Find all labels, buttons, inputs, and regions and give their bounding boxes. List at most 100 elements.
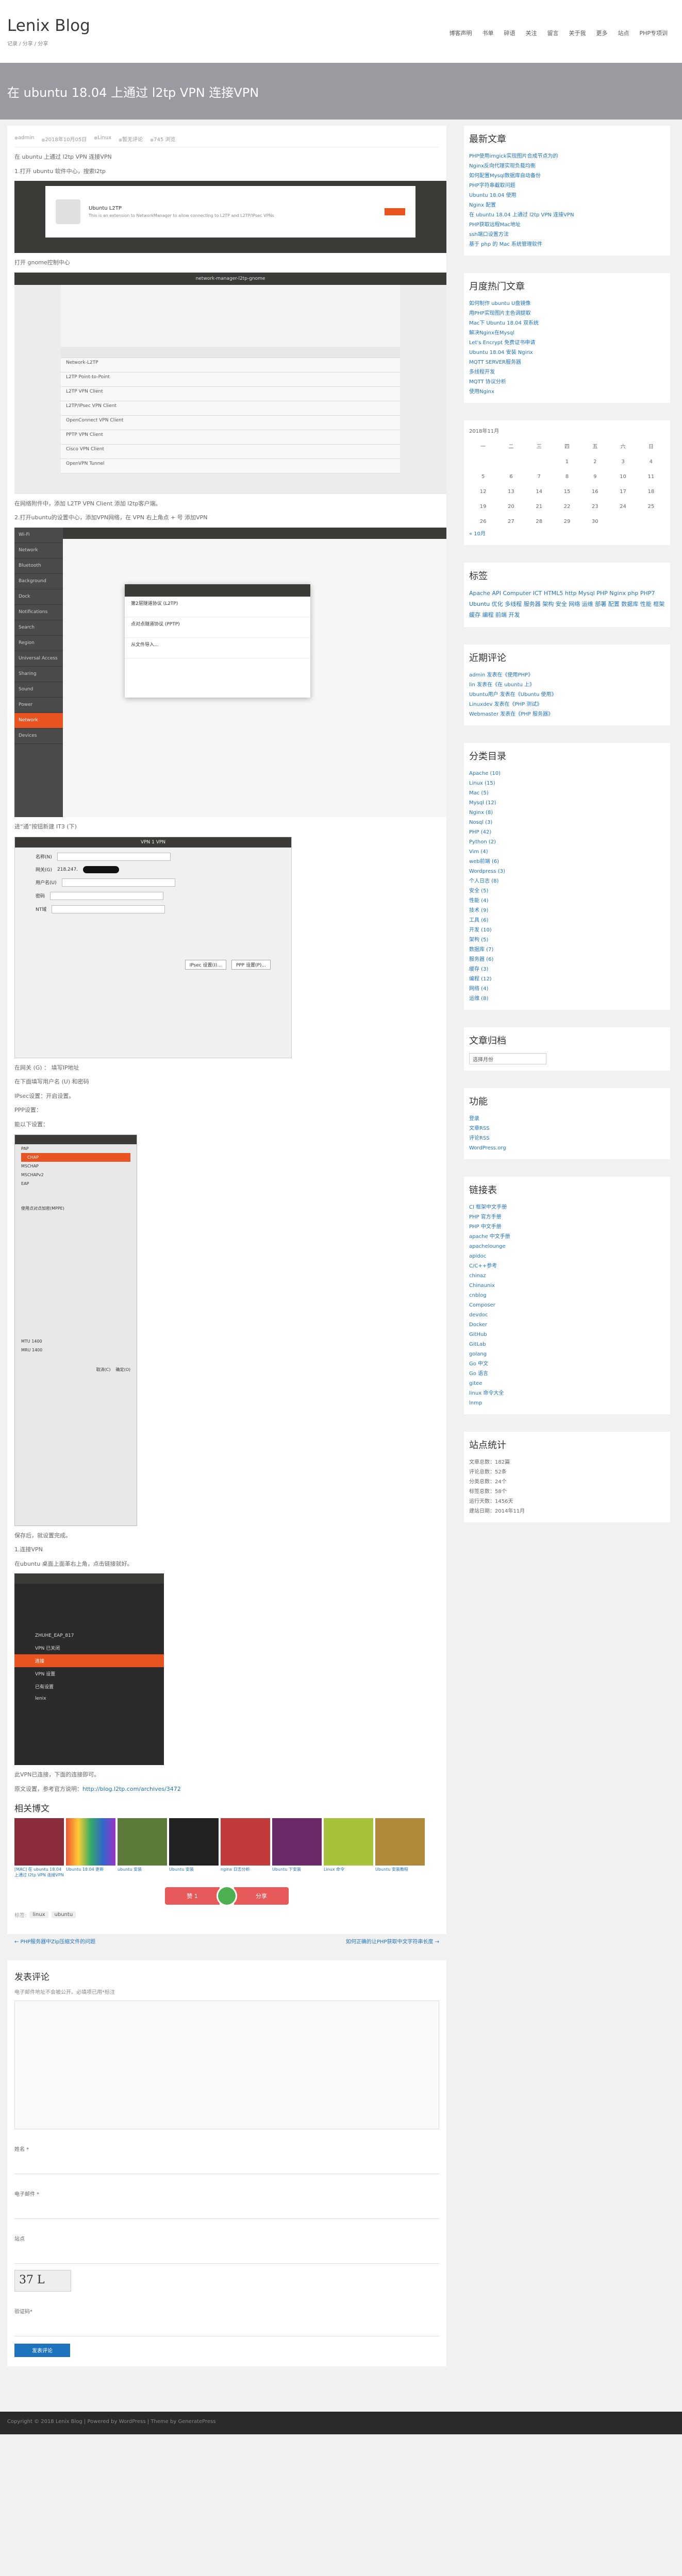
category-link[interactable]: Mysql (12) [469, 798, 665, 808]
recent-link[interactable]: 在 ubuntu 18.04 上通过 l2tp VPN 连接VPN [469, 210, 665, 220]
blogroll-link[interactable]: golang [469, 1349, 665, 1359]
category-link[interactable]: Python (2) [469, 837, 665, 847]
nav-item[interactable]: 留言 [542, 29, 563, 37]
email-input[interactable] [14, 2200, 439, 2219]
hot-link[interactable]: MQTT 协议分析 [469, 377, 665, 387]
blogroll-link[interactable]: PHP 中文手册 [469, 1222, 665, 1232]
category-link[interactable]: PHP (42) [469, 827, 665, 837]
recent-comment[interactable]: admin 发表在《使用PHP》 [469, 670, 665, 680]
next-post-link[interactable]: 如何正确的让PHP获取中文字符串长度 → [346, 1937, 439, 1945]
category-link[interactable]: 缓存 (3) [469, 964, 665, 974]
blogroll-link[interactable]: Composer [469, 1300, 665, 1310]
blogroll-link[interactable]: CI 框架中文手册 [469, 1202, 665, 1212]
category-link[interactable]: 数据库 (7) [469, 945, 665, 955]
site-input[interactable] [14, 2245, 439, 2264]
category-link[interactable]: 安全 (5) [469, 886, 665, 896]
hot-link[interactable]: 使用Nginx [469, 387, 665, 397]
share-button[interactable]: 分享 [234, 1887, 289, 1905]
blogroll-link[interactable]: Go 中文 [469, 1359, 665, 1369]
category-link[interactable]: Nginx (8) [469, 808, 665, 818]
blogroll-link[interactable]: GitHub [469, 1330, 665, 1340]
related-item[interactable]: Ubuntu 安装 [169, 1818, 219, 1878]
category-link[interactable]: 开发 (10) [469, 925, 665, 935]
category-link[interactable]: 架构 (5) [469, 935, 665, 945]
category-link[interactable]: Mac (5) [469, 788, 665, 798]
blogroll-link[interactable]: cnblog [469, 1291, 665, 1300]
hot-link[interactable]: 多线程开发 [469, 367, 665, 377]
tag-link[interactable]: linux [29, 1911, 48, 1918]
nav-item[interactable]: 站点 [612, 29, 634, 37]
category-link[interactable]: Nosql (3) [469, 818, 665, 827]
captcha-input[interactable] [14, 2318, 439, 2336]
tag-link[interactable]: ubuntu [51, 1911, 76, 1918]
meta-link[interactable]: WordPress.org [469, 1143, 665, 1153]
nav-item[interactable]: 关注 [520, 29, 542, 37]
meta-category[interactable]: Linux [94, 135, 111, 143]
meta-link[interactable]: 评论RSS [469, 1133, 665, 1143]
meta-link[interactable]: 文章RSS [469, 1124, 665, 1133]
hot-link[interactable]: Ubuntu 18.04 安装 Nginx [469, 348, 665, 358]
recent-link[interactable]: PHP字符串截取问题 [469, 181, 665, 191]
category-link[interactable]: web前端 (6) [469, 857, 665, 867]
meta-author[interactable]: admin [14, 135, 34, 143]
captcha-image[interactable]: 37 L [14, 2269, 71, 2292]
blogroll-link[interactable]: chinaz [469, 1271, 665, 1281]
category-link[interactable]: 编程 (12) [469, 974, 665, 984]
hot-link[interactable]: Let's Encrypt 免费证书申请 [469, 338, 665, 348]
hot-link[interactable]: MQTT SERVER服务器 [469, 358, 665, 367]
blogroll-link[interactable]: Docker [469, 1320, 665, 1330]
nav-item[interactable]: PHP专项训 [634, 29, 673, 37]
site-title[interactable]: Lenix Blog [7, 16, 90, 35]
tag-cloud[interactable]: Apache API Computer ICT HTML5 http Mysql… [469, 588, 665, 621]
recent-comment[interactable]: lin 发表在《在 ubuntu 上》 [469, 680, 665, 690]
category-link[interactable]: Linux (15) [469, 778, 665, 788]
blogroll-link[interactable]: apidoc [469, 1251, 665, 1261]
hot-link[interactable]: 解决Nginx在Mysql [469, 328, 665, 338]
recent-link[interactable]: Ubuntu 18.04 使用 [469, 191, 665, 200]
recent-link[interactable]: PHP获取远程Mac地址 [469, 220, 665, 230]
comment-textarea[interactable] [14, 2000, 439, 2129]
recent-link[interactable]: Nginx 配置 [469, 200, 665, 210]
recent-link[interactable]: PHP使用imgick实现图片合成节点为的 [469, 151, 665, 161]
blogroll-link[interactable]: gitee [469, 1379, 665, 1388]
blogroll-link[interactable]: linux 命令大全 [469, 1388, 665, 1398]
blogroll-link[interactable]: GitLab [469, 1340, 665, 1349]
recent-link[interactable]: Nginx反向代理实现负载均衡 [469, 161, 665, 171]
category-link[interactable]: 技术 (9) [469, 906, 665, 916]
related-item[interactable]: Ubuntu 18.04 更新 [66, 1818, 115, 1878]
wechat-icon[interactable] [217, 1885, 237, 1906]
recent-comment[interactable]: Linuxdev 发表在《PHP 测试》 [469, 700, 665, 709]
recent-link[interactable]: ssh端口设置方法 [469, 230, 665, 240]
meta-comments[interactable]: 暂无评论 [119, 135, 143, 143]
hot-link[interactable]: 用PHP实现图片主色调提取 [469, 309, 665, 318]
submit-button[interactable]: 发表评论 [14, 2343, 70, 2357]
related-item[interactable]: Ubuntu 安装教程 [375, 1818, 425, 1878]
archive-select[interactable]: 选择月份 [469, 1053, 546, 1064]
related-item[interactable]: Ubuntu 下安装 [272, 1818, 322, 1878]
like-button[interactable]: 赞 1 [165, 1887, 220, 1905]
recent-comment[interactable]: Ubuntu用户 发表在《Ubuntu 使用》 [469, 690, 665, 700]
category-link[interactable]: Vim (4) [469, 847, 665, 857]
blogroll-link[interactable]: devdoc [469, 1310, 665, 1320]
nav-item[interactable]: 更多 [591, 29, 612, 37]
nav-item[interactable]: 博客声明 [444, 29, 477, 37]
name-input[interactable] [14, 2156, 439, 2174]
nav-item[interactable]: 书单 [477, 29, 498, 37]
related-item[interactable]: nginx 日志分析 [221, 1818, 270, 1878]
hot-link[interactable]: Mac下 Ubuntu 18.04 双系统 [469, 318, 665, 328]
source-link[interactable]: http://blog.l2tp.com/archives/3472 [82, 1786, 181, 1792]
blogroll-link[interactable]: PHP 官方手册 [469, 1212, 665, 1222]
category-link[interactable]: 个人日志 (8) [469, 876, 665, 886]
related-item[interactable]: [MAC] 在 ubuntu 18.04 上通过 l2tp VPN 连接VPN [14, 1818, 64, 1878]
category-link[interactable]: Apache (10) [469, 769, 665, 778]
category-link[interactable]: 工具 (6) [469, 916, 665, 925]
blogroll-link[interactable]: apache 中文手册 [469, 1232, 665, 1242]
blogroll-link[interactable]: C/C++参考 [469, 1261, 665, 1271]
blogroll-link[interactable]: apachelounge [469, 1242, 665, 1251]
recent-link[interactable]: 基于 php 的 Mac 系统管理软件 [469, 240, 665, 249]
nav-item[interactable]: 关于我 [563, 29, 591, 37]
category-link[interactable]: 网络 (4) [469, 984, 665, 994]
related-item[interactable]: Linux 命令 [324, 1818, 373, 1878]
meta-link[interactable]: 登录 [469, 1114, 665, 1124]
calendar-prev-link[interactable]: « 10月 [469, 529, 665, 539]
